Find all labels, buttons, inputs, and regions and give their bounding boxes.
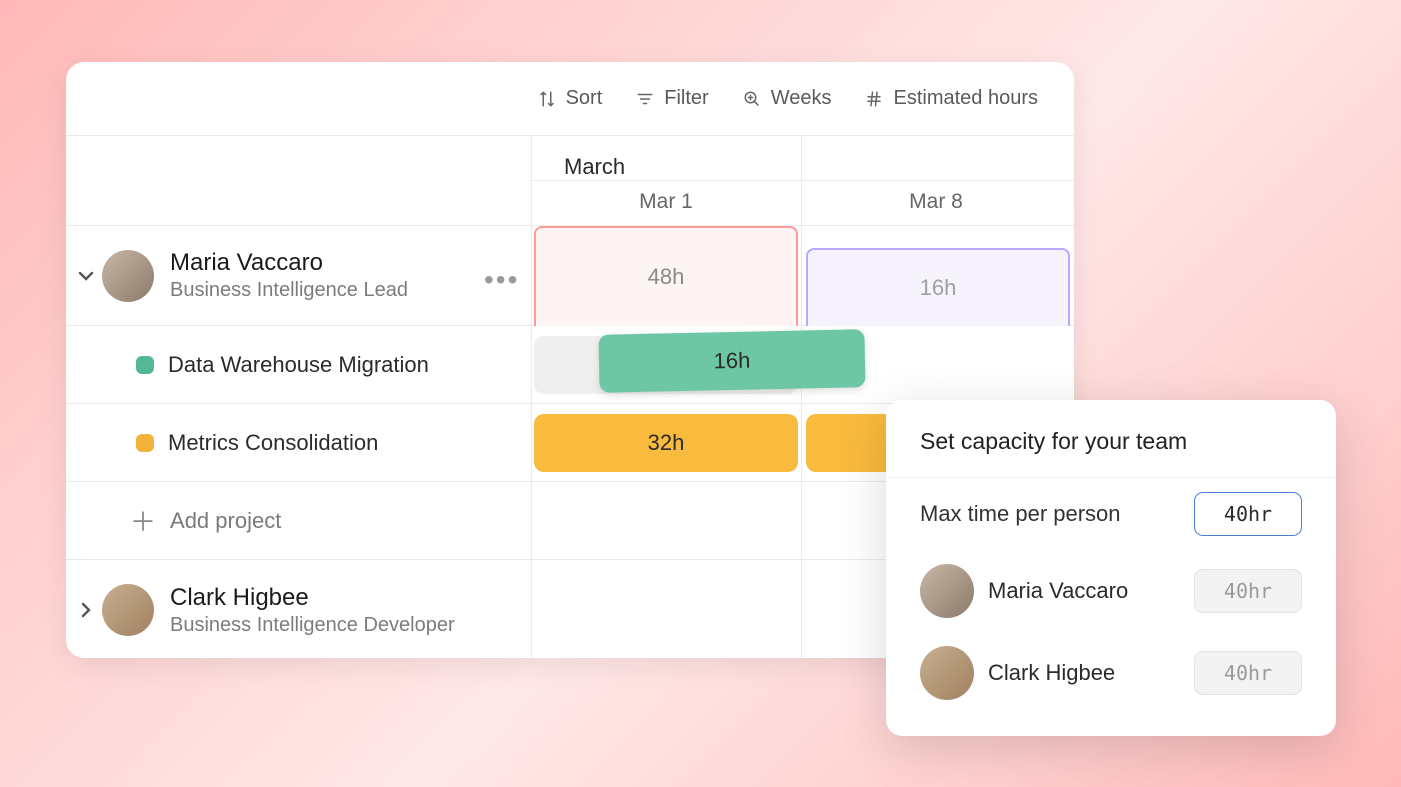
grid-line: [531, 404, 532, 481]
weeks-label: Weeks: [771, 87, 832, 110]
sort-label: Sort: [566, 87, 603, 110]
collapse-icon[interactable]: [74, 264, 98, 288]
max-time-label: Max time per person: [920, 501, 1121, 527]
allocation-hours: 32h: [648, 430, 685, 456]
grid-line: [801, 226, 802, 325]
avatar: [920, 646, 974, 700]
project-label: Metrics Consolidation: [168, 430, 378, 456]
capacity-person-name: Clark Higbee: [988, 660, 1115, 686]
hash-icon: [865, 90, 883, 108]
grid-line: [531, 180, 1074, 181]
grid-line: [801, 404, 802, 481]
grid-line: [531, 226, 532, 325]
estimated-hours-label: Estimated hours: [893, 87, 1038, 110]
sort-icon: [538, 90, 556, 108]
max-time-row: Max time per person 40hr: [886, 478, 1336, 550]
avatar: [102, 584, 154, 636]
grid-line: [531, 560, 532, 658]
grid-line: [531, 326, 532, 403]
capacity-input[interactable]: 40hr: [1194, 651, 1302, 695]
avatar: [102, 250, 154, 302]
capacity-person-row: Clark Higbee 40hr: [886, 632, 1336, 714]
capacity-person-name: Maria Vaccaro: [988, 578, 1128, 604]
timeline-header: March Mar 1 Mar 8: [66, 136, 1074, 226]
capacity-popover: Set capacity for your team Max time per …: [886, 400, 1336, 736]
person-row: Maria Vaccaro Business Intelligence Lead…: [66, 226, 1074, 326]
filter-button[interactable]: Filter: [636, 87, 708, 110]
person-role: Business Intelligence Lead: [170, 279, 408, 302]
date-column-2: Mar 8: [801, 190, 1071, 214]
capacity-person-row: Maria Vaccaro 40hr: [886, 550, 1336, 632]
capacity-overbooked[interactable]: 48h: [534, 226, 798, 326]
grid-line: [531, 482, 532, 559]
avatar: [920, 564, 974, 618]
date-column-1: Mar 1: [531, 190, 801, 214]
popover-title: Set capacity for your team: [886, 428, 1336, 478]
project-color-dot: [136, 356, 154, 374]
allocation-bar[interactable]: 32h: [534, 414, 798, 472]
capacity-underbooked[interactable]: 16h: [806, 248, 1070, 326]
weeks-button[interactable]: Weeks: [743, 87, 832, 110]
toolbar: Sort Filter Weeks Estimated hours: [66, 62, 1074, 136]
project-row: Data Warehouse Migration 16h: [66, 326, 1074, 404]
person-role: Business Intelligence Developer: [170, 614, 455, 637]
max-time-input[interactable]: 40hr: [1194, 492, 1302, 536]
more-actions-icon[interactable]: •••: [484, 264, 519, 296]
month-label: March: [564, 154, 625, 180]
add-project-label: Add project: [170, 508, 281, 534]
person-info: Maria Vaccaro Business Intelligence Lead: [170, 249, 408, 302]
filter-icon: [636, 90, 654, 108]
project-color-dot: [136, 434, 154, 452]
person-name: Clark Higbee: [170, 584, 455, 612]
project-label: Data Warehouse Migration: [168, 352, 429, 378]
estimated-hours-button[interactable]: Estimated hours: [865, 87, 1038, 110]
sort-button[interactable]: Sort: [538, 87, 603, 110]
zoom-icon: [743, 90, 761, 108]
plus-icon: ＋: [130, 502, 156, 539]
person-info: Clark Higbee Business Intelligence Devel…: [170, 584, 455, 637]
grid-line: [801, 482, 802, 559]
allocation-hours: 16h: [713, 348, 750, 375]
filter-label: Filter: [664, 87, 708, 110]
capacity-input[interactable]: 40hr: [1194, 569, 1302, 613]
expand-icon[interactable]: [74, 598, 98, 622]
allocation-bar-dragging[interactable]: 16h: [598, 329, 865, 393]
person-name: Maria Vaccaro: [170, 249, 408, 277]
grid-line: [801, 560, 802, 658]
